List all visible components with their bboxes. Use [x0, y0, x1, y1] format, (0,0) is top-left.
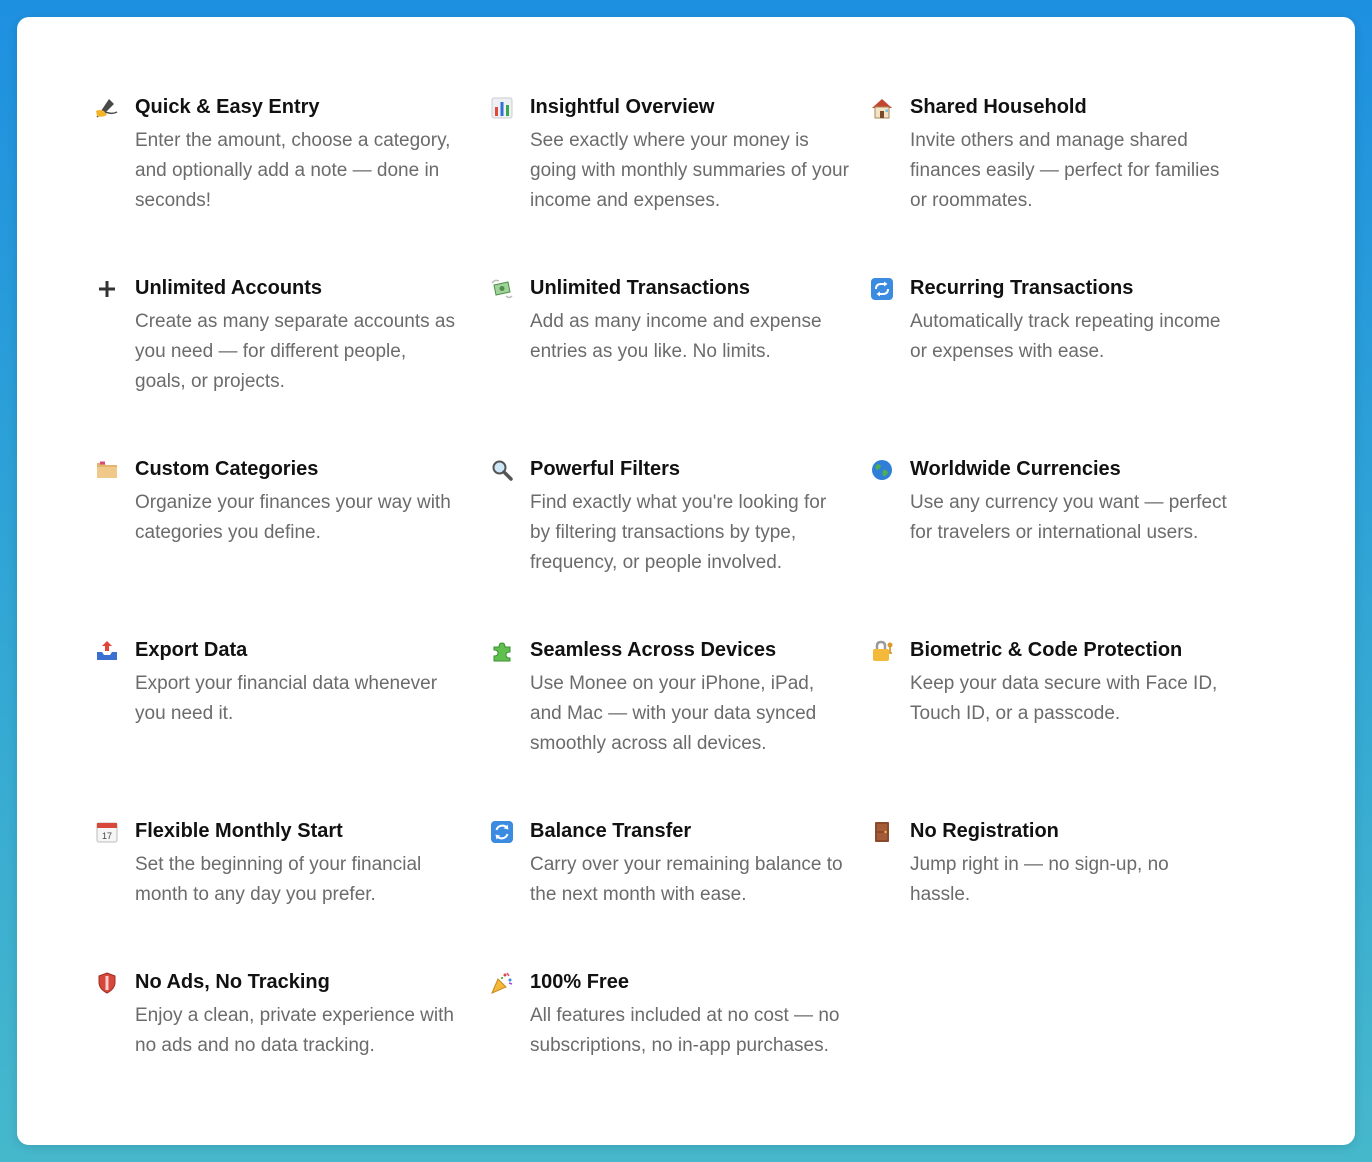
magnifier-icon	[490, 458, 514, 482]
feature-description: Invite others and manage shared finances…	[910, 130, 1220, 211]
feature-description: Enjoy a clean, private experience with n…	[135, 1005, 454, 1056]
flying-money-icon	[490, 277, 514, 301]
bar-chart-icon	[490, 96, 514, 120]
repeat-icon	[870, 277, 894, 301]
feature-description: Automatically track repeating income or …	[910, 311, 1221, 362]
feature-title: Recurring Transactions	[910, 277, 1134, 299]
feature-description: Keep your data secure with Face ID, Touc…	[910, 673, 1218, 724]
puzzle-icon	[490, 639, 514, 663]
feature-title: No Registration	[910, 820, 1059, 842]
feature-description: Organize your finances your way with cat…	[135, 492, 451, 543]
feature-title: Custom Categories	[135, 458, 319, 480]
feature-title: Shared Household	[910, 96, 1087, 118]
calendar-icon: 17	[95, 820, 119, 844]
outbox-tray-icon	[95, 639, 119, 663]
cycle-arrows-icon	[490, 820, 514, 844]
feature-description: Set the beginning of your financial mont…	[135, 854, 422, 905]
feature-title: Export Data	[135, 639, 248, 661]
feature-description: See exactly where your money is going wi…	[530, 130, 849, 211]
feature-title: Unlimited Transactions	[530, 277, 751, 299]
feature-title: Quick & Easy Entry	[135, 96, 320, 118]
calendar-day-text: 17	[102, 831, 112, 841]
feature-title: No Ads, No Tracking	[135, 971, 330, 993]
feature-description: Find exactly what you're looking for by …	[530, 492, 827, 573]
feature-description: Use any currency you want — perfect for …	[910, 492, 1227, 543]
plus-icon	[95, 277, 119, 301]
feature-title: Biometric & Code Protection	[910, 639, 1183, 661]
door-icon	[870, 820, 894, 844]
feature-description: Add as many income and expense entries a…	[530, 311, 822, 362]
feature-title: Worldwide Currencies	[910, 458, 1121, 480]
writing-hand-icon	[95, 96, 119, 120]
feature-title: Seamless Across Devices	[530, 639, 777, 661]
feature-description: Jump right in — no sign-up, no hassle.	[910, 854, 1169, 905]
party-popper-icon	[490, 971, 514, 995]
feature-title: Flexible Monthly Start	[135, 820, 343, 842]
feature-title: Insightful Overview	[530, 96, 715, 118]
feature-title: 100% Free	[530, 971, 629, 993]
feature-title: Powerful Filters	[530, 458, 681, 480]
feature-description: Use Monee on your iPhone, iPad, and Mac …	[530, 673, 817, 754]
features-card: Quick & Easy Entry Enter the amount, cho…	[17, 17, 1355, 1145]
feature-title: Balance Transfer	[530, 820, 692, 842]
feature-description: Create as many separate accounts as you …	[135, 311, 456, 392]
feature-description: Carry over your remaining balance to the…	[530, 854, 843, 905]
feature-description: Export your financial data whenever you …	[135, 673, 438, 724]
shield-icon	[95, 971, 119, 995]
lock-key-icon	[870, 639, 894, 663]
globe-icon	[870, 458, 894, 482]
feature-description: All features included at no cost — no su…	[530, 1005, 840, 1056]
house-icon	[870, 96, 894, 120]
folder-icon	[95, 458, 119, 482]
feature-title: Unlimited Accounts	[135, 277, 323, 299]
feature-description: Enter the amount, choose a category, and…	[135, 130, 451, 211]
